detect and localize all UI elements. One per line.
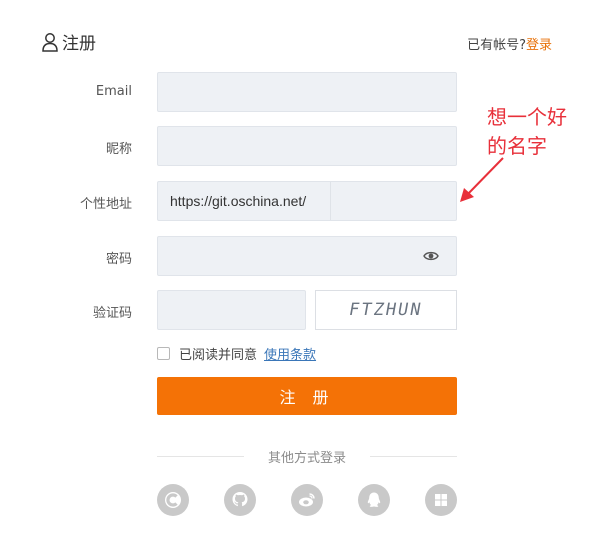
login-link[interactable]: 登录 [526, 38, 552, 53]
captcha-text: FTZHUN [347, 300, 425, 320]
profile-url-input[interactable] [331, 182, 456, 220]
profile-url-prefix: https://git.oschina.net/ [158, 182, 331, 220]
terms-agreement: 已阅读并同意 使用条款 [157, 344, 316, 363]
user-icon [42, 32, 58, 52]
captcha-image[interactable]: FTZHUN [315, 290, 457, 330]
captcha-field-box [157, 290, 306, 330]
agree-text: 已阅读并同意 [179, 348, 258, 363]
weibo-icon[interactable] [291, 484, 323, 516]
terms-link[interactable]: 使用条款 [264, 344, 316, 363]
page-title-text: 注册 [62, 34, 96, 54]
captcha-input[interactable] [158, 291, 305, 329]
profile-url-field-box: https://git.oschina.net/ [157, 181, 457, 221]
captcha-label: 验证码 [92, 306, 132, 321]
profile-url-label: 个性地址 [79, 197, 132, 212]
other-login-label: 其他方式登录 [267, 451, 346, 466]
nickname-label: 昵称 [105, 142, 132, 157]
social-login-icons [157, 484, 457, 516]
nickname-field-box [157, 126, 457, 166]
email-field-box [157, 72, 457, 112]
nickname-field[interactable] [158, 127, 456, 165]
oschina-icon[interactable] [157, 484, 189, 516]
email-field[interactable] [158, 73, 456, 111]
login-hint: 已有帐号?登录 [467, 34, 552, 53]
agree-checkbox[interactable] [157, 347, 170, 360]
windows-icon[interactable] [425, 484, 457, 516]
password-label: 密码 [105, 252, 132, 267]
password-field[interactable] [158, 237, 456, 275]
register-button[interactable]: 注 册 [157, 377, 457, 415]
login-prompt: 已有帐号? [467, 38, 526, 53]
qq-icon[interactable] [358, 484, 390, 516]
eye-icon[interactable] [423, 249, 439, 263]
annotation-line-1: 想一个好 [487, 105, 567, 129]
password-field-box [157, 236, 457, 276]
email-label: Email [95, 84, 132, 99]
github-icon[interactable] [224, 484, 256, 516]
page-title: 注册 [41, 29, 96, 54]
annotation-arrow-icon [460, 157, 504, 202]
